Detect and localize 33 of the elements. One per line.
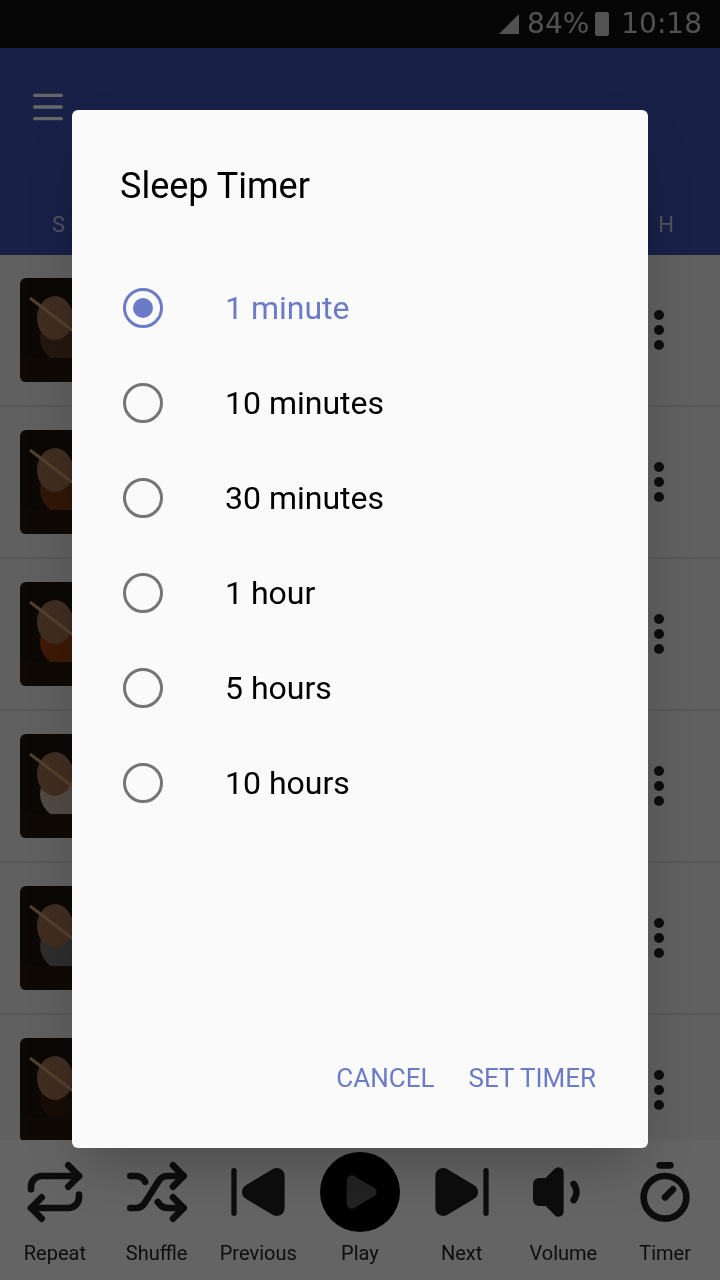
player-control[interactable]: Play [309, 1152, 410, 1268]
signal-icon [497, 12, 522, 36]
radio-button[interactable] [123, 572, 163, 613]
radio-button[interactable] [123, 287, 163, 328]
player-control[interactable]: Next [411, 1152, 512, 1268]
radio-button[interactable] [123, 477, 163, 518]
option-label[interactable]: 1 hour [225, 568, 316, 617]
radio-button[interactable] [123, 382, 163, 423]
more-icon[interactable] [654, 1070, 664, 1110]
more-icon[interactable] [654, 918, 664, 958]
option-label[interactable]: 10 hours [225, 758, 350, 807]
more-icon[interactable] [654, 310, 664, 350]
dialog-button[interactable]: SET TIMER [456, 1051, 608, 1106]
dialog-button[interactable]: CANCEL [324, 1051, 447, 1106]
option-label[interactable]: 5 hours [225, 663, 332, 712]
clock: 10:18 [621, 6, 702, 42]
more-icon[interactable] [654, 766, 664, 806]
radio-button[interactable] [123, 762, 163, 803]
player-control[interactable]: Previous [208, 1152, 309, 1268]
more-icon[interactable] [654, 462, 664, 502]
player-control[interactable]: Repeat [4, 1152, 105, 1268]
player-control[interactable]: Timer [615, 1152, 716, 1268]
option-label[interactable]: 10 minutes [225, 378, 384, 427]
battery-icon [595, 12, 610, 36]
player-control[interactable]: Shuffle [106, 1152, 207, 1268]
option-label[interactable]: 1 minute [225, 283, 350, 332]
battery-percent: 84% [527, 6, 590, 42]
shuffle-icon [124, 1160, 189, 1224]
more-icon[interactable] [654, 614, 664, 654]
radio-button[interactable] [123, 667, 163, 708]
dialog-title: Sleep Timer [119, 164, 311, 209]
option-label[interactable]: 30 minutes [225, 473, 384, 522]
player-control[interactable]: Volume [513, 1152, 614, 1268]
